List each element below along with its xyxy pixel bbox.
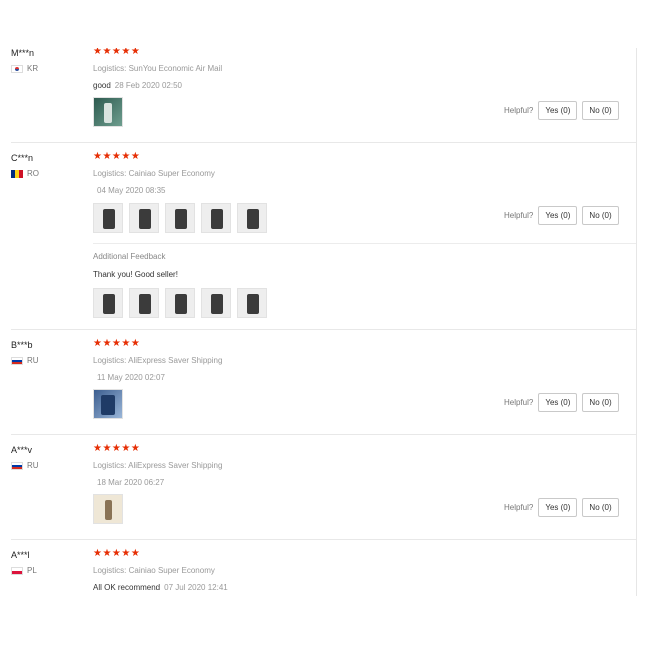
logistics-info: Logistics: Cainiao Super Economy bbox=[93, 566, 215, 575]
country-code: RU bbox=[27, 461, 39, 470]
review-photo-thumbnail[interactable] bbox=[237, 288, 267, 318]
review-photo-thumbnail[interactable] bbox=[93, 389, 123, 419]
review-date: 18 Mar 2020 06:27 bbox=[97, 478, 165, 487]
country-code: PL bbox=[27, 566, 37, 575]
review-date: 28 Feb 2020 02:50 bbox=[114, 81, 182, 90]
review-divider bbox=[11, 434, 636, 435]
logistics-label: Logistics: bbox=[93, 356, 127, 365]
flag-pl-icon bbox=[11, 566, 23, 575]
reviewer-country: KR bbox=[11, 64, 38, 73]
review-photo-thumbnail[interactable] bbox=[129, 288, 159, 318]
review-photos bbox=[93, 97, 123, 127]
additional-feedback-title: Additional Feedback bbox=[93, 252, 166, 261]
helpful-votes: Helpful? Yes (0) No (0) bbox=[504, 101, 619, 120]
review-photo-thumbnail[interactable] bbox=[201, 203, 231, 233]
helpful-label: Helpful? bbox=[504, 398, 534, 407]
helpful-label: Helpful? bbox=[504, 211, 534, 220]
star-rating: ★★★★★ bbox=[93, 338, 141, 349]
helpful-no-button[interactable]: No (0) bbox=[582, 101, 619, 120]
review-photo-thumbnail[interactable] bbox=[201, 288, 231, 318]
helpful-no-button[interactable]: No (0) bbox=[582, 393, 619, 412]
logistics-label: Logistics: bbox=[93, 461, 127, 470]
review-divider bbox=[11, 142, 636, 143]
review-text-row: 04 May 2020 08:35 bbox=[93, 186, 166, 195]
review-divider bbox=[11, 329, 636, 330]
review-photo-thumbnail[interactable] bbox=[165, 288, 195, 318]
helpful-yes-button[interactable]: Yes (0) bbox=[538, 393, 578, 412]
helpful-label: Helpful? bbox=[504, 503, 534, 512]
reviewer-name: C***n bbox=[11, 153, 34, 163]
reviewer-name: B***b bbox=[11, 340, 33, 350]
additional-feedback-divider bbox=[93, 243, 636, 244]
reviewer-country: PL bbox=[11, 566, 37, 575]
logistics-label: Logistics: bbox=[93, 566, 127, 575]
helpful-votes: Helpful? Yes (0) No (0) bbox=[504, 206, 619, 225]
review-photo-thumbnail[interactable] bbox=[93, 97, 123, 127]
review-photo-thumbnail[interactable] bbox=[93, 494, 123, 524]
review-photo-thumbnail[interactable] bbox=[93, 288, 123, 318]
flag-kr-icon bbox=[11, 64, 23, 73]
review-date: 11 May 2020 02:07 bbox=[97, 373, 165, 382]
flag-ru-icon bbox=[11, 461, 23, 470]
helpful-yes-button[interactable]: Yes (0) bbox=[538, 101, 578, 120]
logistics-info: Logistics: Cainiao Super Economy bbox=[93, 169, 215, 178]
feedback-list: M***n KR ★★★★★ Logistics: SunYou Economi… bbox=[0, 48, 636, 596]
country-code: RO bbox=[27, 169, 39, 178]
review-date: 04 May 2020 08:35 bbox=[97, 186, 166, 195]
logistics-info: Logistics: AliExpress Saver Shipping bbox=[93, 356, 222, 365]
helpful-yes-button[interactable]: Yes (0) bbox=[538, 498, 578, 517]
reviewer-country: RU bbox=[11, 356, 39, 365]
review-photo-thumbnail[interactable] bbox=[129, 203, 159, 233]
logistics-value: AliExpress Saver Shipping bbox=[128, 356, 223, 365]
country-code: KR bbox=[27, 64, 39, 73]
review-text-row: All OK recommend 07 Jul 2020 12:41 bbox=[93, 583, 228, 592]
logistics-value: AliExpress Saver Shipping bbox=[128, 461, 223, 470]
star-rating: ★★★★★ bbox=[93, 443, 141, 454]
reviewer-country: RU bbox=[11, 461, 39, 470]
helpful-votes: Helpful? Yes (0) No (0) bbox=[504, 393, 619, 412]
logistics-label: Logistics: bbox=[93, 169, 127, 178]
helpful-no-button[interactable]: No (0) bbox=[582, 206, 619, 225]
star-rating: ★★★★★ bbox=[93, 548, 141, 559]
review-text-row: good 28 Feb 2020 02:50 bbox=[93, 81, 182, 90]
review-text: All OK recommend bbox=[93, 583, 161, 592]
logistics-info: Logistics: AliExpress Saver Shipping bbox=[93, 461, 222, 470]
helpful-label: Helpful? bbox=[504, 106, 534, 115]
helpful-no-button[interactable]: No (0) bbox=[582, 498, 619, 517]
review-divider bbox=[11, 539, 636, 540]
review-text: good bbox=[93, 81, 111, 90]
additional-feedback-photos bbox=[93, 288, 267, 318]
review-photo-thumbnail[interactable] bbox=[237, 203, 267, 233]
review-photos bbox=[93, 203, 267, 233]
country-code: RU bbox=[27, 356, 39, 365]
additional-feedback-text: Thank you! Good seller! bbox=[93, 270, 178, 279]
helpful-votes: Helpful? Yes (0) No (0) bbox=[504, 498, 619, 517]
flag-ru-icon bbox=[11, 356, 23, 365]
reviewer-country: RO bbox=[11, 169, 39, 178]
review-photo-thumbnail[interactable] bbox=[93, 203, 123, 233]
review-text-row: 18 Mar 2020 06:27 bbox=[93, 478, 164, 487]
scroll-edge bbox=[636, 48, 637, 596]
reviewer-name: A***v bbox=[11, 445, 33, 455]
review-text-row: 11 May 2020 02:07 bbox=[93, 373, 165, 382]
logistics-value: Cainiao Super Economy bbox=[128, 566, 215, 575]
helpful-yes-button[interactable]: Yes (0) bbox=[538, 206, 578, 225]
logistics-value: Cainiao Super Economy bbox=[128, 169, 215, 178]
review-photos bbox=[93, 494, 123, 524]
review-photos bbox=[93, 389, 123, 419]
reviewer-name: A***l bbox=[11, 550, 30, 560]
star-rating: ★★★★★ bbox=[93, 151, 141, 162]
reviewer-name: M***n bbox=[11, 48, 35, 58]
logistics-label: Logistics: bbox=[93, 64, 127, 73]
logistics-value: SunYou Economic Air Mail bbox=[128, 64, 223, 73]
review-photo-thumbnail[interactable] bbox=[165, 203, 195, 233]
review-date: 07 Jul 2020 12:41 bbox=[164, 583, 228, 592]
flag-ro-icon bbox=[11, 169, 23, 178]
logistics-info: Logistics: SunYou Economic Air Mail bbox=[93, 64, 222, 73]
star-rating: ★★★★★ bbox=[93, 48, 141, 57]
